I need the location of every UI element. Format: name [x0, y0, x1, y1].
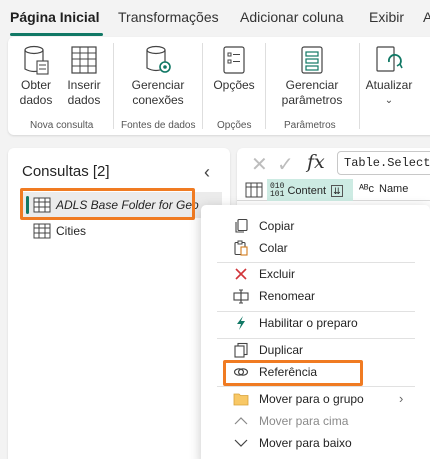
obter-dados-label: Obter dados [19, 78, 53, 107]
opcoes-label: Opções [213, 78, 255, 92]
chevron-up-icon [234, 417, 248, 425]
ribbon-panel: Obter dados Inserir dados Nova consulta … [8, 37, 430, 135]
options-list-icon [223, 46, 245, 74]
table-menu-icon[interactable] [245, 182, 263, 198]
group-label-parametros: Parâmetros [284, 120, 336, 131]
inserir-dados-button[interactable]: Inserir dados [62, 45, 106, 108]
commit-formula-icon[interactable]: ✓ [277, 152, 294, 177]
parameters-icon [301, 46, 323, 74]
expand-icon[interactable]: ⇊ [331, 184, 343, 197]
menu-item-colar[interactable]: Colar [201, 237, 430, 259]
gerenciar-conexoes-label: Gerenciar conexões [131, 78, 185, 107]
context-menu: Copiar Colar Excluir Renomear Habilitar … [201, 205, 430, 459]
database-gear-icon [146, 45, 171, 73]
collapse-panel-icon[interactable]: ‹ [204, 162, 210, 183]
delete-icon [235, 268, 247, 280]
gerenciar-parametros-button[interactable]: Gerenciar parâmetros [272, 45, 352, 108]
lightning-icon [237, 316, 245, 330]
column-header-row: 010 101 Content ⇊ ᴬᴮc Name [237, 179, 430, 201]
chevron-down-icon [234, 439, 248, 447]
menu-label: Mover para cima [259, 414, 349, 428]
ribbon-divider [202, 43, 203, 129]
paste-icon [234, 240, 248, 256]
inserir-dados-label: Inserir dados [67, 78, 101, 107]
group-label-opcoes: Opções [217, 120, 252, 131]
opcoes-button[interactable]: Opções [209, 45, 259, 93]
query-label: Cities [56, 224, 87, 238]
ribbon-tabs: Página Inicial Transformações Adicionar … [0, 0, 430, 38]
refresh-icon [376, 46, 403, 72]
column-name-2[interactable]: Name [379, 183, 408, 195]
chevron-down-icon: ⌄ [384, 95, 394, 106]
menu-label: Excluir [259, 267, 296, 281]
menu-item-duplicar[interactable]: Duplicar [201, 339, 430, 361]
tab-transformacoes[interactable]: Transformações [118, 9, 219, 25]
group-label-fontes-de-dados: Fontes de dados [121, 120, 196, 131]
query-item-cities[interactable]: Cities [22, 218, 222, 244]
column-name: Content [287, 184, 326, 197]
fx-icon[interactable]: fx [307, 151, 325, 173]
highlight-box-query [20, 188, 195, 220]
copy-icon [235, 218, 248, 233]
duplicate-icon [234, 342, 248, 358]
menu-label: Duplicar [259, 343, 304, 357]
menu-separator [217, 386, 415, 387]
menu-item-mover-para-baixo[interactable]: Mover para baixo [201, 432, 430, 454]
obter-dados-button[interactable]: Obter dados [16, 45, 56, 108]
menu-label: Mover para o grupo [259, 392, 364, 406]
menu-label: Copiar [259, 219, 295, 233]
menu-item-copiar[interactable]: Copiar [201, 215, 430, 237]
formula-input[interactable]: Table.SelectR [337, 151, 430, 175]
ribbon-divider [359, 43, 360, 129]
binary-type-icon: 010 101 [270, 182, 285, 199]
tab-exibir[interactable]: Exibir [369, 9, 404, 25]
folder-icon [233, 393, 249, 406]
menu-item-renomear[interactable]: Renomear [201, 285, 430, 307]
highlight-box-referencia [223, 360, 363, 386]
table-icon [71, 46, 97, 74]
menu-item-excluir[interactable]: Excluir [201, 263, 430, 285]
column-header-content[interactable]: 010 101 Content ⇊ [267, 179, 353, 201]
text-type-icon: ᴬᴮc [359, 183, 375, 195]
submenu-chevron-icon: › [399, 391, 404, 406]
menu-label: Renomear [259, 289, 316, 303]
group-label-nova-consulta: Nova consulta [30, 120, 94, 131]
menu-item-habilitar-preparo[interactable]: Habilitar o preparo [201, 312, 430, 334]
menu-label: Mover para baixo [259, 436, 352, 450]
ribbon-divider [265, 43, 266, 129]
tab-overflow[interactable]: A [423, 9, 430, 25]
menu-label: Habilitar o preparo [259, 316, 358, 330]
formula-bar: ✕ ✓ fx Table.SelectR [237, 148, 430, 178]
table-icon [33, 223, 51, 239]
rename-icon [233, 289, 249, 304]
queries-title: Consultas [2] [22, 163, 110, 180]
cancel-formula-icon[interactable]: ✕ [251, 152, 268, 177]
gerenciar-conexoes-button[interactable]: Gerenciar conexões [120, 45, 196, 108]
ribbon-divider [113, 43, 114, 129]
database-icon [24, 45, 49, 75]
atualizar-label: Atualizar [365, 78, 413, 92]
menu-label: Colar [259, 241, 288, 255]
gerenciar-parametros-label: Gerenciar parâmetros [281, 78, 343, 107]
active-tab-indicator [10, 33, 103, 36]
atualizar-button[interactable]: Atualizar ⌄ [364, 45, 414, 108]
tab-pagina-inicial[interactable]: Página Inicial [10, 9, 99, 25]
menu-item-mover-para-grupo[interactable]: Mover para o grupo › [201, 388, 430, 410]
menu-item-mover-para-cima: Mover para cima [201, 410, 430, 432]
tab-adicionar-coluna[interactable]: Adicionar coluna [240, 9, 344, 25]
